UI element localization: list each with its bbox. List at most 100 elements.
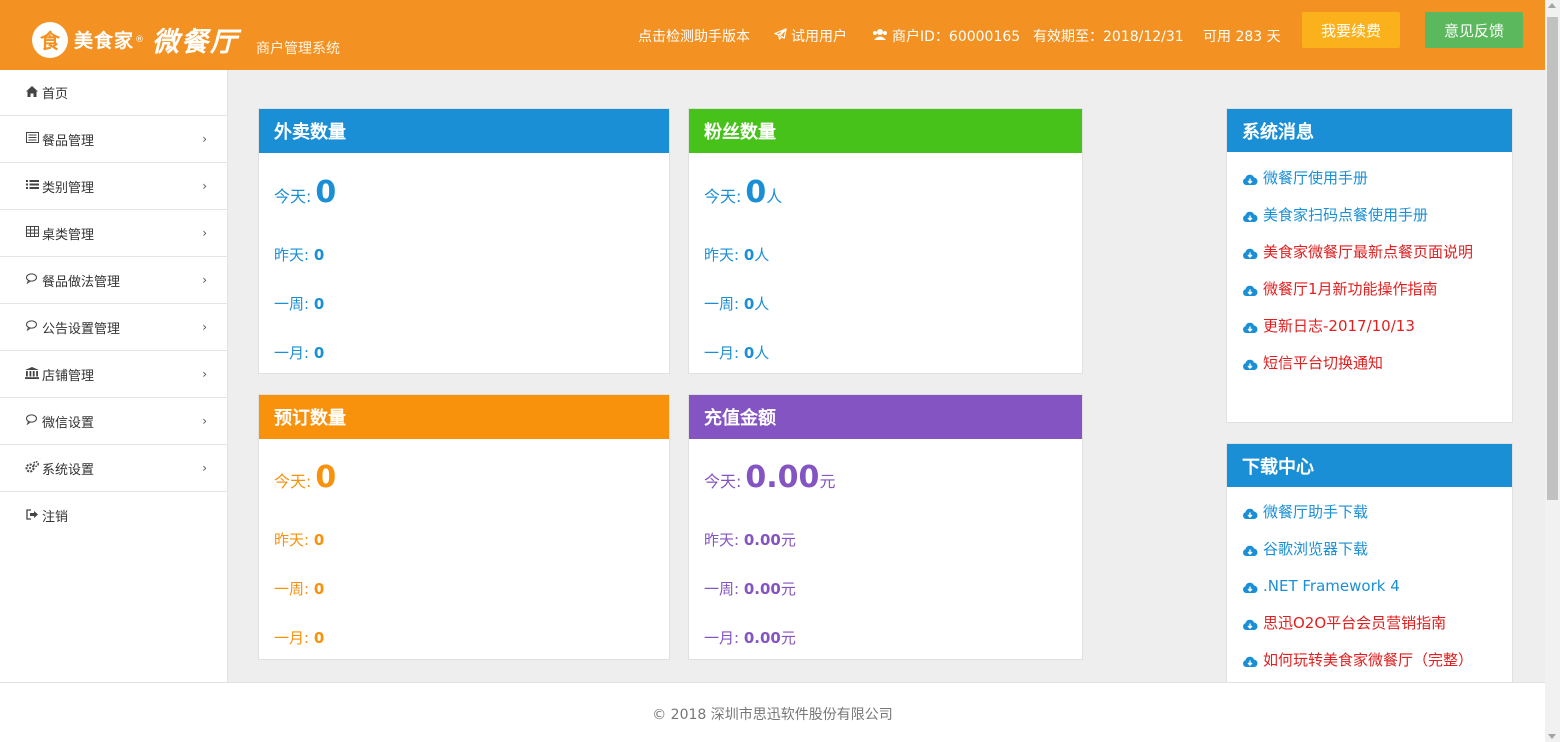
stat-today: 今天: 0人 <box>704 175 782 210</box>
stat-unit: 元 <box>780 629 796 647</box>
card-title: 粉丝数量 <box>689 109 1082 153</box>
message-link[interactable]: 更新日志-2017/10/13 <box>1242 307 1512 344</box>
download-link[interactable]: 思迅O2O平台会员营销指南 <box>1242 604 1512 641</box>
stat-unit: 元 <box>780 531 796 549</box>
copyright-text: © 2018 深圳市思迅软件股份有限公司 <box>652 707 893 723</box>
sidebar-item-logout[interactable]: 注销 <box>0 492 227 539</box>
message-link[interactable]: 微餐厅1月新功能操作指南 <box>1242 270 1512 307</box>
stat-label: 昨天: <box>704 531 740 549</box>
stat-today: 今天: 0 <box>274 175 336 210</box>
stat-value: 0.00 <box>743 531 781 549</box>
sidebar-item-label: 系统设置 <box>42 462 95 478</box>
download-link[interactable]: .NET Framework 4 <box>1242 567 1512 604</box>
cogs-icon <box>24 460 40 476</box>
cloud-download-icon <box>1242 209 1258 222</box>
trial-user[interactable]: 试用用户 <box>774 26 847 46</box>
card-title: 充值金额 <box>689 395 1082 439</box>
stat-week: 一周: 0人 <box>704 293 769 314</box>
sidebar-item-wechat[interactable]: 微信设置 › <box>0 398 227 445</box>
comments-icon <box>24 320 40 334</box>
sidebar-item-dishes[interactable]: 餐品管理 › <box>0 116 227 163</box>
download-link[interactable]: 微餐厅助手下载 <box>1242 493 1512 530</box>
download-link[interactable]: 如何玩转美食家微餐厅（完整） <box>1242 641 1512 678</box>
cloud-download-icon <box>1242 506 1258 519</box>
registered-mark: ® <box>135 34 145 45</box>
stat-today: 今天: 0.00元 <box>704 460 835 495</box>
card-title: 预订数量 <box>259 395 669 439</box>
chevron-right-icon: › <box>202 226 207 240</box>
merchant-id: 商户ID：60000165 <box>872 26 1020 46</box>
stat-label: 一月: <box>274 629 310 647</box>
stat-yesterday: 昨天: 0.00元 <box>704 529 796 550</box>
logo-brand: 美食家 <box>74 30 135 52</box>
panel-title: 下载中心 <box>1227 444 1512 487</box>
recharge-card: 充值金额 今天: 0.00元 昨天: 0.00元 一周: 0.00元 一月: 0.… <box>688 394 1083 660</box>
panel-title: 系统消息 <box>1227 109 1512 152</box>
feedback-button[interactable]: 意见反馈 <box>1425 12 1523 48</box>
check-version-link[interactable]: 点击检测助手版本 <box>638 26 750 46</box>
stat-label: 一周: <box>274 580 310 598</box>
sidebar-item-categories[interactable]: 类别管理 › <box>0 163 227 210</box>
sidebar-item-announcements[interactable]: 公告设置管理 › <box>0 304 227 351</box>
link-label: 思迅O2O平台会员营销指南 <box>1263 614 1447 632</box>
stat-value: 0 <box>313 295 325 313</box>
sidebar-item-label: 公告设置管理 <box>42 321 121 337</box>
message-link[interactable]: 美食家微餐厅最新点餐页面说明 <box>1242 233 1512 270</box>
link-label: .NET Framework 4 <box>1263 576 1400 595</box>
sidebar-item-label: 类别管理 <box>42 180 95 196</box>
cloud-download-icon <box>1242 580 1258 593</box>
download-center-panel: 下载中心 微餐厅助手下载 谷歌浏览器下载 .NET Framework 4 思迅… <box>1226 443 1513 682</box>
scrollbar-thumb[interactable] <box>1547 17 1558 500</box>
home-icon <box>24 85 40 100</box>
sidebar-item-system-settings[interactable]: 系统设置 › <box>0 445 227 492</box>
stat-value: 0.00 <box>745 460 820 495</box>
stat-value: 0 <box>745 175 767 210</box>
logo-product: 微餐厅 <box>152 27 240 58</box>
bank-icon <box>24 366 40 382</box>
chevron-right-icon: › <box>202 414 207 428</box>
comments-icon <box>24 414 40 428</box>
cloud-download-icon <box>1242 654 1258 667</box>
sidebar-item-tables[interactable]: 桌类管理 › <box>0 210 227 257</box>
fans-card: 粉丝数量 今天: 0人 昨天: 0人 一周: 0人 一月: 0人 <box>688 108 1083 374</box>
stat-label: 今天: <box>274 187 312 206</box>
link-label: 美食家微餐厅最新点餐页面说明 <box>1263 243 1474 261</box>
download-list: 微餐厅助手下载 谷歌浏览器下载 .NET Framework 4 思迅O2O平台… <box>1227 487 1512 678</box>
cloud-download-icon <box>1242 320 1258 333</box>
stat-yesterday: 昨天: 0 <box>274 244 324 265</box>
chevron-right-icon: › <box>202 367 207 381</box>
stat-label: 昨天: <box>704 246 740 264</box>
sidebar-item-label: 微信设置 <box>42 415 95 431</box>
chevron-right-icon: › <box>202 132 207 146</box>
vertical-scrollbar[interactable] <box>1545 0 1560 742</box>
top-header: 食 美食家 ® 微餐厅 商户管理系统 点击检测助手版本 试用用户 商户ID：60… <box>0 0 1545 70</box>
renew-button[interactable]: 我要续费 <box>1302 12 1400 48</box>
stat-yesterday: 昨天: 0人 <box>704 244 769 265</box>
stat-unit: 人 <box>766 187 783 206</box>
users-icon <box>872 28 888 45</box>
logo[interactable]: 食 美食家 ® 微餐厅 <box>32 20 239 59</box>
stat-label: 一月: <box>704 629 740 647</box>
scroll-up-arrow-icon[interactable] <box>1548 3 1556 8</box>
link-label: 如何玩转美食家微餐厅（完整） <box>1263 651 1474 669</box>
message-link[interactable]: 微餐厅使用手册 <box>1242 159 1512 196</box>
sidebar-item-dish-methods[interactable]: 餐品做法管理 › <box>0 257 227 304</box>
stat-value: 0 <box>743 295 755 313</box>
stat-value: 0 <box>315 175 337 210</box>
link-label: 短信平台切换通知 <box>1263 354 1384 372</box>
sidebar-item-label: 餐品做法管理 <box>42 274 121 290</box>
cloud-download-icon <box>1242 357 1258 370</box>
stat-yesterday: 昨天: 0 <box>274 529 324 550</box>
stat-label: 今天: <box>274 472 312 491</box>
sidebar-item-home[interactable]: 首页 <box>0 70 227 116</box>
cloud-download-icon <box>1242 543 1258 556</box>
stat-unit: 人 <box>754 246 770 264</box>
stat-week: 一周: 0.00元 <box>704 578 796 599</box>
download-link[interactable]: 谷歌浏览器下载 <box>1242 530 1512 567</box>
message-link[interactable]: 短信平台切换通知 <box>1242 344 1512 381</box>
stat-value: 0 <box>313 344 325 362</box>
sidebar-item-store[interactable]: 店铺管理 › <box>0 351 227 398</box>
scroll-down-arrow-icon[interactable] <box>1548 734 1556 739</box>
table-icon <box>24 226 40 240</box>
message-link[interactable]: 美食家扫码点餐使用手册 <box>1242 196 1512 233</box>
